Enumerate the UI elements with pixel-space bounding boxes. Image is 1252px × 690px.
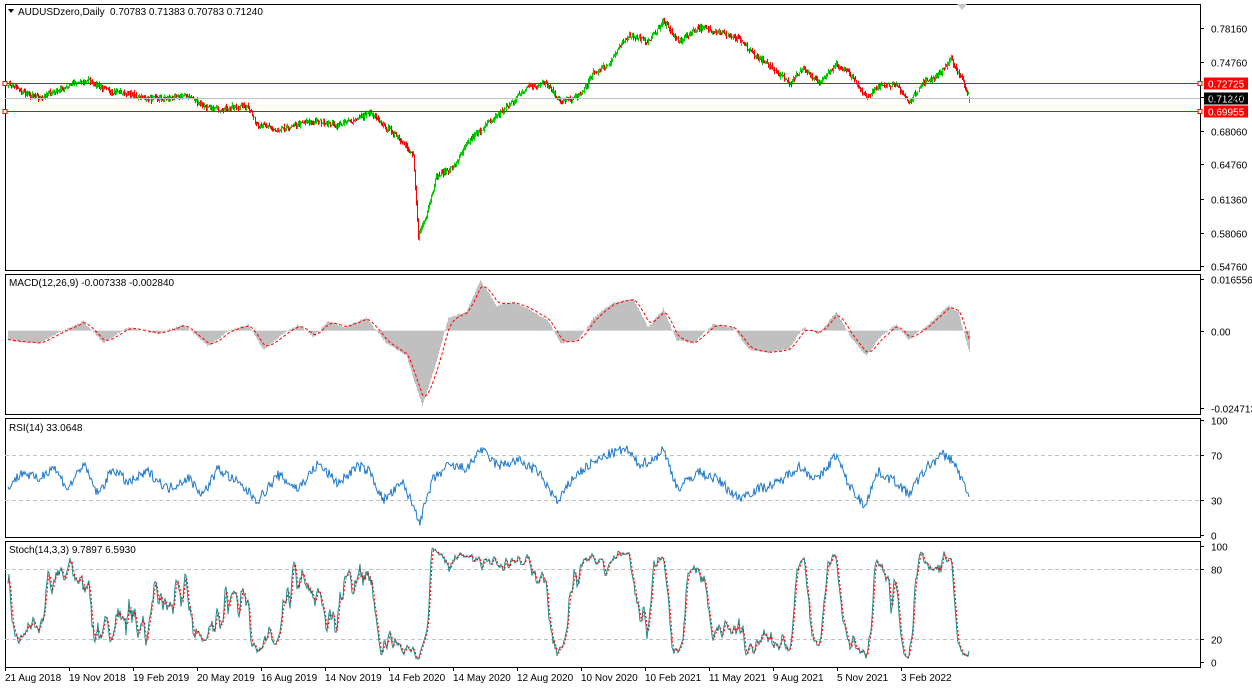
ytick-label-0-1: 0.74760 <box>1211 59 1248 70</box>
ytick-label-2-1: 70 <box>1211 452 1223 463</box>
xtick-label-1: 19 Nov 2018 <box>69 673 126 684</box>
ytick-label-0-5: 0.61360 <box>1211 196 1248 207</box>
rsi-pane-title: RSI(14) 33.0648 <box>9 423 83 434</box>
candles <box>8 17 970 241</box>
level-line-1-handle-right[interactable] <box>1197 109 1203 114</box>
xtick-label-7: 14 May 2020 <box>453 673 511 684</box>
stoch-pane-title: Stoch(14,3,3) 9.7897 6.5930 <box>9 545 136 556</box>
rsi-line <box>7 445 970 526</box>
ytick-label-3-1: 80 <box>1211 566 1223 577</box>
ytick-label-3-3: 0 <box>1211 659 1217 670</box>
xtick-label-14: 3 Feb 2022 <box>901 673 952 684</box>
level-line-1-handle-left[interactable] <box>2 109 8 114</box>
ohlc-readout: 0.70783 0.71383 0.70783 0.71240 <box>110 7 263 18</box>
xtick-label-3: 20 May 2019 <box>197 673 255 684</box>
xtick-label-0: 21 Aug 2018 <box>5 673 62 684</box>
ytick-label-1-1: 0.00 <box>1211 328 1231 339</box>
pane-frame-1 <box>5 274 1201 415</box>
xtick-label-6: 14 Feb 2020 <box>389 673 446 684</box>
chart-canvas[interactable]: 0.727250.699550.712400.781600.747600.713… <box>0 0 1252 690</box>
collapse-arrow-icon[interactable] <box>8 9 14 13</box>
xtick-label-9: 10 Nov 2020 <box>581 673 638 684</box>
pane-frame-0 <box>5 4 1201 271</box>
ytick-label-1-2: -0.024713 <box>1211 405 1252 416</box>
xtick-label-11: 11 May 2021 <box>709 673 767 684</box>
shift-marker-icon[interactable] <box>957 4 967 10</box>
xtick-label-8: 12 Aug 2020 <box>517 673 574 684</box>
mt4-chart-window[interactable]: 0.72725 0.69955 0.71240 0.78160 0.74760 0.713… <box>0 0 1252 690</box>
pane-frames <box>5 4 1201 668</box>
ytick-label-3-0: 100 <box>1211 543 1228 554</box>
ytick-label-0-4: 0.64760 <box>1211 161 1248 172</box>
ytick-label-0-7: 0.54760 <box>1211 263 1248 274</box>
xtick-label-4: 16 Aug 2019 <box>261 673 318 684</box>
ytick-label-0-3: 0.68060 <box>1211 128 1248 139</box>
ytick-label-0-6: 0.58060 <box>1211 230 1248 241</box>
ytick-label-2-3: 0 <box>1211 532 1217 543</box>
macd-histogram <box>8 280 970 407</box>
price-tag-level-0-text: 0.72725 <box>1208 80 1245 91</box>
ytick-label-3-2: 20 <box>1211 636 1223 647</box>
main-pane-title: AUDUSDzero,Daily <box>18 7 105 18</box>
ytick-label-0-2: 0.71360 <box>1211 94 1248 105</box>
xtick-label-13: 5 Nov 2021 <box>837 673 889 684</box>
pane-plots <box>2 17 1203 661</box>
xtick-label-2: 19 Feb 2019 <box>133 673 190 684</box>
ytick-label-1-0: 0.016556 <box>1211 276 1252 287</box>
ytick-label-0-0: 0.78160 <box>1211 25 1248 36</box>
time-axis: 21 Aug 2018 19 Nov 2018 19 Feb 2019 20 May … <box>5 667 952 684</box>
ytick-label-2-2: 30 <box>1211 497 1223 508</box>
price-axes: 0.727250.699550.712400.781600.747600.713… <box>1200 25 1252 670</box>
xtick-label-5: 14 Nov 2019 <box>325 673 382 684</box>
stoch-main-line <box>7 547 970 661</box>
xtick-label-10: 10 Feb 2021 <box>645 673 702 684</box>
level-line-0-handle-left[interactable] <box>2 81 8 86</box>
macd-pane-title: MACD(12,26,9) -0.007338 -0.002840 <box>9 278 175 289</box>
price-tag-level-1-text: 0.69955 <box>1208 108 1245 119</box>
ytick-label-2-0: 100 <box>1211 417 1228 428</box>
level-line-0-handle-right[interactable] <box>1197 81 1203 86</box>
xtick-label-12: 9 Aug 2021 <box>773 673 824 684</box>
